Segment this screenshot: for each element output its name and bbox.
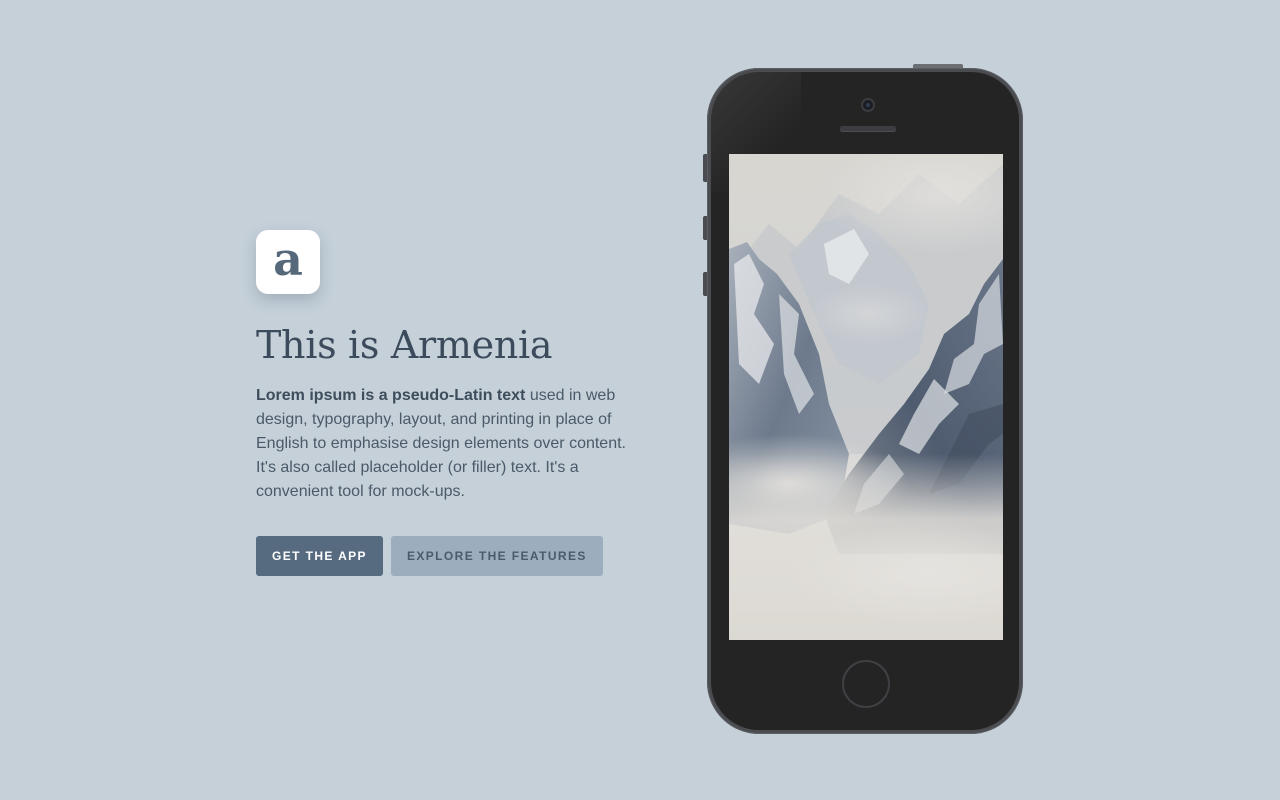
phone-volume-up-button xyxy=(703,216,707,240)
phone-power-button xyxy=(913,64,963,68)
phone-mockup xyxy=(703,64,1023,734)
hero-description: Lorem ipsum is a pseudo-Latin text used … xyxy=(256,384,646,504)
phone-mute-switch xyxy=(703,154,707,182)
phone-screen-image xyxy=(729,154,1003,640)
phone-volume-down-button xyxy=(703,272,707,296)
hero-description-bold: Lorem ipsum is a pseudo-Latin text xyxy=(256,387,526,404)
page: a This is Armenia Lorem ipsum is a pseud… xyxy=(0,0,1280,800)
app-logo-icon: a xyxy=(256,230,320,294)
cta-buttons: GET THE APP EXPLORE THE FEATURES xyxy=(256,536,646,576)
explore-features-button[interactable]: EXPLORE THE FEATURES xyxy=(390,536,603,576)
hero-title: This is Armenia xyxy=(256,323,553,367)
camera-icon xyxy=(863,100,873,110)
home-button[interactable] xyxy=(842,660,890,708)
phone-body xyxy=(711,72,1019,730)
hero-section: a This is Armenia Lorem ipsum is a pseud… xyxy=(256,230,646,576)
app-logo-letter: a xyxy=(273,232,303,286)
get-the-app-button[interactable]: GET THE APP xyxy=(256,536,383,576)
mountain-image xyxy=(729,154,1003,640)
phone-speaker xyxy=(840,126,896,131)
